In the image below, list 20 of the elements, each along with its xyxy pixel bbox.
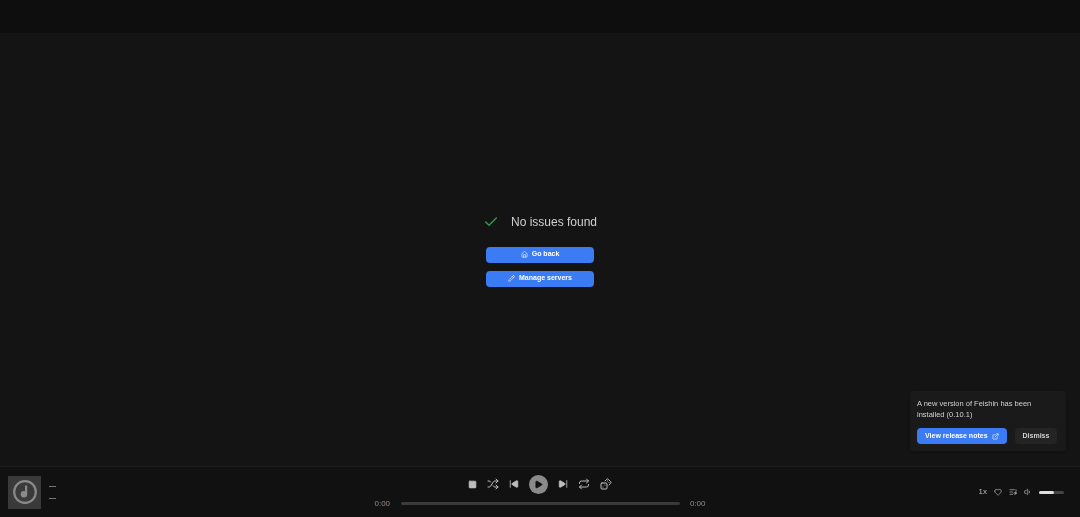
queue-icon[interactable]	[1009, 488, 1017, 496]
pencil-icon	[508, 275, 516, 282]
heart-icon[interactable]	[994, 488, 1002, 496]
volume-icon[interactable]	[1024, 488, 1032, 496]
previous-icon[interactable]	[509, 479, 519, 489]
play-button[interactable]	[529, 474, 548, 494]
play-icon	[534, 479, 543, 489]
dice-icon[interactable]	[600, 478, 612, 490]
volume-track[interactable]	[1039, 490, 1064, 494]
status-message: No issues found	[510, 213, 598, 231]
repeat-icon[interactable]	[578, 478, 590, 490]
duration-time: 0:00	[688, 497, 706, 510]
elapsed-time: 0:00	[374, 497, 392, 510]
stop-icon[interactable]	[468, 479, 477, 489]
playback-speed[interactable]: 1x	[978, 486, 987, 498]
external-link-icon	[991, 432, 999, 440]
progress-track[interactable]	[400, 502, 680, 505]
home-icon	[520, 251, 528, 258]
next-icon[interactable]	[558, 479, 568, 489]
shuffle-icon[interactable]	[487, 478, 499, 490]
